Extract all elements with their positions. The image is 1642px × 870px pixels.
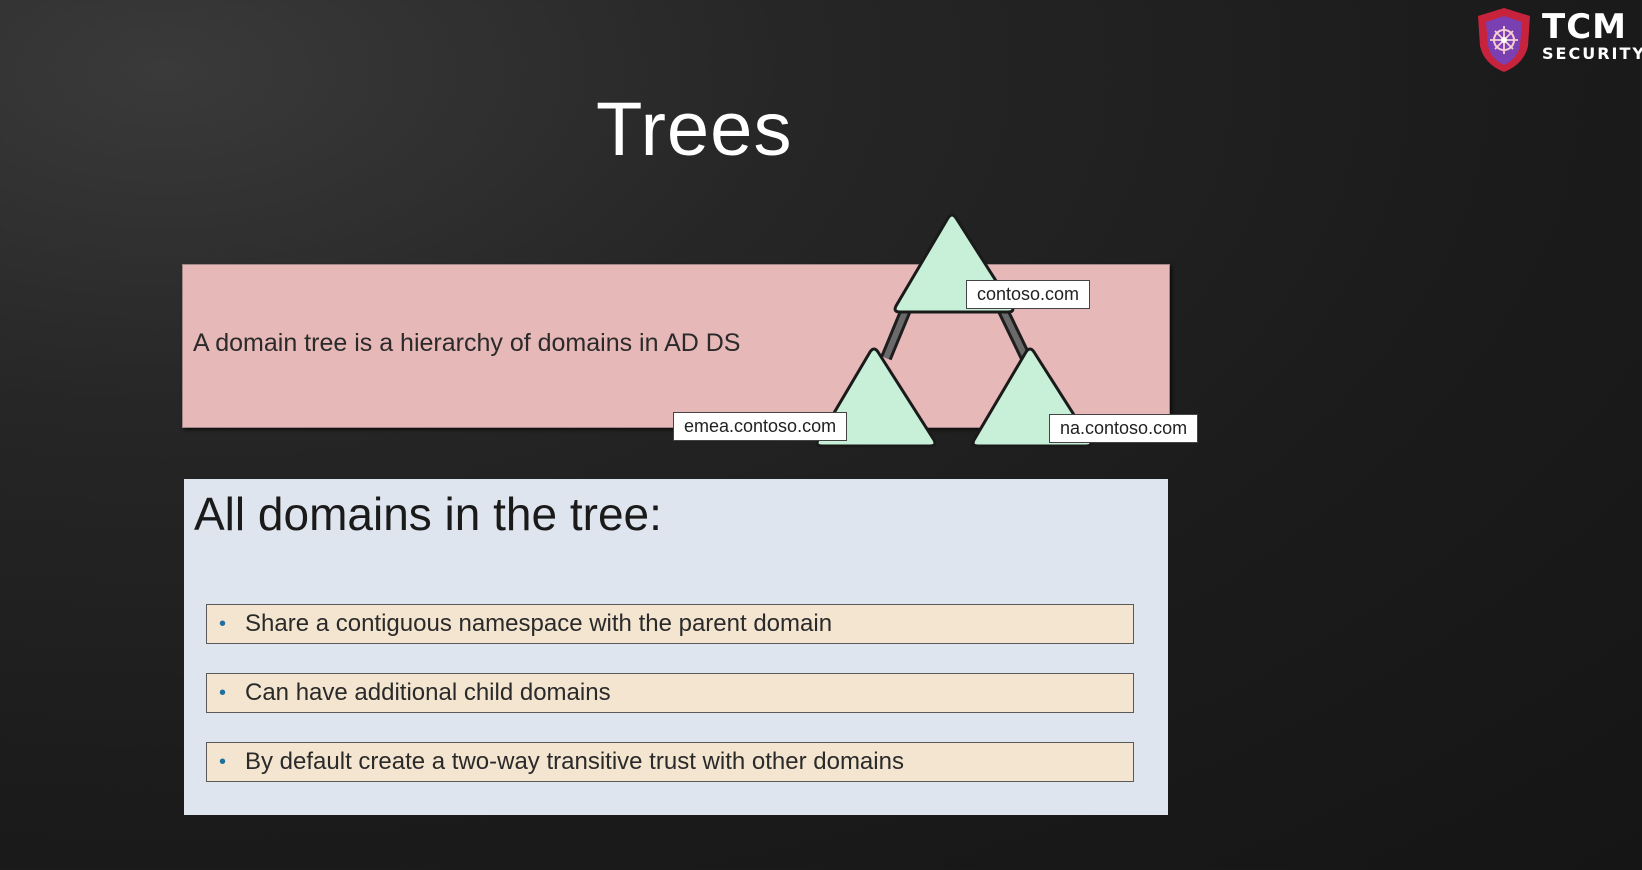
- list-item-text: Share a contiguous namespace with the pa…: [245, 610, 833, 637]
- list-item: • By default create a two-way transitive…: [206, 742, 1134, 782]
- definition-text: A domain tree is a hierarchy of domains …: [193, 329, 741, 357]
- list-item: • Share a contiguous namespace with the …: [206, 604, 1134, 644]
- list-item-text: By default create a two-way transitive t…: [245, 748, 904, 775]
- left-domain-label: emea.contoso.com: [673, 412, 848, 441]
- logo-main-text: TCM: [1542, 7, 1627, 47]
- bullet-icon: •: [219, 681, 227, 704]
- tcm-security-logo: TCM SECURITY: [1474, 6, 1642, 74]
- bullet-icon: •: [219, 750, 227, 773]
- bullet-icon: •: [219, 612, 227, 635]
- slide-title: Trees: [596, 87, 793, 172]
- list-item: • Can have additional child domains: [206, 673, 1134, 713]
- shield-icon: [1478, 8, 1530, 72]
- features-heading: All domains in the tree:: [194, 488, 662, 540]
- list-item-text: Can have additional child domains: [245, 679, 611, 706]
- features-box: All domains in the tree: • Share a conti…: [184, 479, 1168, 815]
- logo-sub-text: SECURITY: [1542, 44, 1642, 63]
- domain-tree-diagram: contoso.com emea.contoso.com na.contoso.…: [660, 200, 1220, 470]
- root-domain-label: contoso.com: [966, 280, 1091, 309]
- right-domain-label: na.contoso.com: [1049, 414, 1199, 443]
